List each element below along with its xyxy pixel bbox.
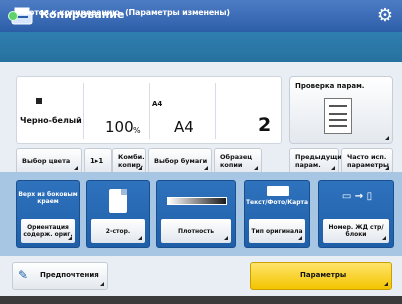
previous-settings-button[interactable]: Предыдущие парам. xyxy=(289,148,346,174)
expand-triangle-icon xyxy=(224,236,228,240)
text-photo-map-icon xyxy=(267,186,289,196)
current-settings-panel[interactable] xyxy=(16,76,282,144)
color-select-label: Выбор цвета xyxy=(22,157,71,165)
orientation-tile-label: Ориентация содерж. ориг. xyxy=(23,224,73,238)
document-preview-icon xyxy=(324,98,352,134)
duplex-tile-button[interactable]: 2-стор. xyxy=(91,219,145,243)
sample-copy-button[interactable]: Образец копии xyxy=(214,148,262,174)
color-select-button[interactable]: Выбор цвета xyxy=(16,148,82,174)
duplex-tile-label: 2-стор. xyxy=(105,227,131,235)
original-type-caption: Текст/Фото/Карта xyxy=(245,199,309,206)
original-type-tile[interactable]: Текст/Фото/Карта Тип оригинала xyxy=(244,180,310,248)
color-mode-value: Черно-белый xyxy=(20,116,82,125)
expand-triangle-icon xyxy=(138,166,142,170)
expand-triangle-icon xyxy=(385,136,389,140)
divider xyxy=(215,83,216,139)
density-tile-label: Плотность xyxy=(177,227,215,235)
black-white-icon xyxy=(36,98,42,104)
expand-triangle-icon xyxy=(204,166,208,170)
numbering-icon: ▭ → ▯ xyxy=(341,191,373,202)
expand-triangle-icon xyxy=(138,236,142,240)
expand-triangle-icon xyxy=(254,166,258,170)
duplex-button[interactable]: 1▸1 xyxy=(84,148,112,174)
copies-count: 2 xyxy=(258,114,272,136)
zoom-value: 100 xyxy=(105,118,134,136)
original-type-label: Тип оригинала xyxy=(251,227,303,235)
page-numbering-tile[interactable]: ▭ → ▯ Номер. ЖД стр/блоки xyxy=(318,180,394,248)
expand-triangle-icon xyxy=(331,166,335,170)
previous-settings-label: Предыдущие парам. xyxy=(295,153,347,169)
expand-triangle-icon xyxy=(74,166,78,170)
paper-source-label: A4 xyxy=(152,100,163,108)
two-sided-icon xyxy=(109,189,127,213)
expand-triangle-icon xyxy=(100,282,104,286)
divider xyxy=(149,83,150,139)
page-numbering-label: Номер. ЖД стр/блоки xyxy=(328,224,384,238)
density-tile[interactable]: Плотность xyxy=(156,180,236,248)
duplex-label: 1▸1 xyxy=(90,157,104,165)
gear-icon[interactable]: ⚙ xyxy=(375,6,395,26)
parameters-label: Параметры xyxy=(300,271,347,279)
paper-select-button[interactable]: Выбор бумаги xyxy=(148,148,212,174)
favorites-label: Предпочтения xyxy=(40,271,99,279)
expand-triangle-icon xyxy=(68,236,72,240)
combine-button[interactable]: Комби. копир. xyxy=(112,148,146,174)
expand-triangle-icon xyxy=(298,236,302,240)
duplex-tile[interactable]: 2-стор. xyxy=(86,180,150,248)
page-numbering-button[interactable]: Номер. ЖД стр/блоки xyxy=(323,219,389,243)
status-ok-icon xyxy=(8,11,18,21)
expand-triangle-icon xyxy=(384,282,388,286)
orientation-tile-button[interactable]: Ориентация содерж. ориг. xyxy=(21,219,75,243)
status-text: Готов к копированию. (Параметры изменены… xyxy=(24,8,230,17)
preview-settings-label: Проверка парам. xyxy=(295,82,365,90)
paper-select-label: Выбор бумаги xyxy=(154,157,208,165)
orientation-tile-caption: Верх из боковым краем xyxy=(18,191,78,205)
density-scale-icon xyxy=(167,197,227,205)
zoom-unit: % xyxy=(133,126,141,135)
density-tile-button[interactable]: Плотность xyxy=(161,219,231,243)
orientation-tile[interactable]: Верх из боковым краем Ориентация содерж.… xyxy=(16,180,80,248)
frequent-settings-button[interactable]: Часто исп. параметры xyxy=(341,148,393,174)
bottom-strip xyxy=(0,296,402,304)
expand-triangle-icon xyxy=(382,236,386,240)
favorites-icon: ✎ xyxy=(18,268,29,282)
paper-size-value: A4 xyxy=(174,118,194,136)
expand-triangle-icon xyxy=(385,166,389,170)
original-type-button[interactable]: Тип оригинала xyxy=(249,219,305,243)
status-bar xyxy=(0,32,402,62)
divider xyxy=(83,83,84,139)
